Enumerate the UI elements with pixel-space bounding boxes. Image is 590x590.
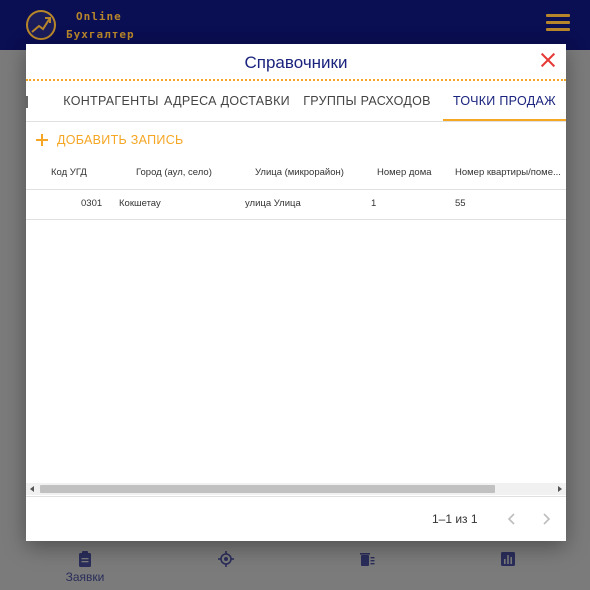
pagination-range: 1–1 из 1: [432, 512, 478, 526]
logo-text-line1: Online: [76, 10, 122, 23]
bottom-nav-item-reports[interactable]: [468, 550, 548, 570]
cell-ugd-code: 0301: [81, 198, 103, 209]
next-page-button[interactable]: [536, 509, 556, 529]
tab-sales-points[interactable]: Точки продаж: [443, 84, 566, 121]
cell-street: улица Улица: [245, 198, 301, 209]
column-header-house-number[interactable]: Номер дома: [377, 156, 447, 189]
app-header: Online Бухгалтер: [0, 0, 590, 50]
logo-text-line2: Бухгалтер: [66, 28, 135, 41]
bottom-nav-item-requests[interactable]: Заявки: [45, 550, 125, 584]
cell-house-number: 1: [371, 198, 377, 209]
column-header-street[interactable]: Улица (микрорайон): [255, 156, 365, 189]
menu-icon[interactable]: [546, 14, 570, 32]
logo-emblem-icon: [26, 10, 56, 40]
delete-list-icon: [360, 553, 375, 566]
scroll-left-arrow-icon[interactable]: [30, 486, 34, 492]
cell-apartment-number: 55: [455, 198, 466, 209]
chevron-right-icon: [543, 513, 551, 525]
sales-points-table: Код УГД Город (аул, село) Улица (микрора…: [26, 156, 566, 483]
chevron-left-icon: [507, 513, 515, 525]
active-tab-indicator: [443, 119, 566, 121]
app-logo[interactable]: Online Бухгалтер: [24, 4, 144, 44]
reference-books-dialog: Справочники Контрагенты Адреса доставки …: [26, 44, 566, 541]
chart-icon: [501, 552, 515, 566]
column-header-city[interactable]: Город (аул, село): [136, 156, 246, 189]
previous-page-button[interactable]: [502, 509, 522, 529]
row-divider: [26, 219, 566, 220]
tab-counterparties[interactable]: Контрагенты: [44, 84, 178, 121]
column-header-ugd-code[interactable]: Код УГД: [51, 156, 121, 189]
tab-scroll-edge: [26, 96, 28, 108]
plus-icon: [36, 134, 48, 146]
tab-expense-groups[interactable]: Группы расходов: [302, 84, 432, 121]
bottom-navigation: Заявки: [0, 542, 590, 590]
tab-delivery-addresses[interactable]: Адреса доставки: [161, 84, 293, 121]
tab-bar: Контрагенты Адреса доставки Группы расхо…: [26, 84, 566, 122]
settings-icon: [218, 551, 234, 567]
dialog-title: Справочники: [244, 53, 348, 72]
scrollbar-thumb[interactable]: [40, 485, 495, 493]
bottom-nav-item-settings[interactable]: [186, 550, 266, 570]
table-footer: 1–1 из 1: [26, 496, 566, 541]
title-divider: [26, 79, 566, 81]
add-record-label: Добавить запись: [57, 133, 184, 147]
clipboard-icon: [79, 551, 91, 567]
scroll-right-arrow-icon[interactable]: [558, 486, 562, 492]
bottom-nav-item-delete-list[interactable]: [327, 550, 407, 570]
cell-city: Кокшетау: [119, 198, 161, 209]
horizontal-scrollbar[interactable]: [26, 483, 566, 495]
column-header-apartment-number[interactable]: Номер квартиры/поме...: [455, 156, 566, 189]
bottom-nav-label-requests: Заявки: [65, 570, 105, 584]
close-icon[interactable]: [540, 52, 556, 68]
